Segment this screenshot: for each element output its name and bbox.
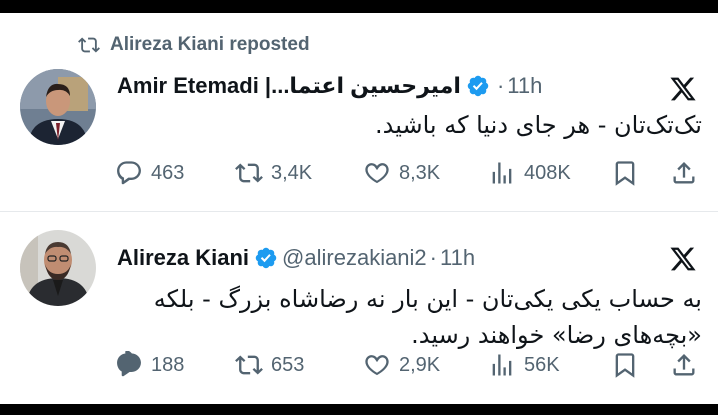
like-count: 8,3K: [399, 161, 441, 184]
like-icon: [365, 163, 389, 184]
reply-count: 188: [151, 353, 185, 376]
author-name[interactable]: Amir Etemadi |: [117, 73, 271, 99]
bookmark-button[interactable]: [611, 350, 639, 380]
x-logo-icon: [668, 75, 698, 103]
separator-dot: ·: [429, 245, 437, 270]
tweet-actions: 188 653 2,9K 56K: [115, 350, 704, 380]
like-count: 2,9K: [399, 353, 441, 376]
share-icon: [673, 354, 695, 376]
avatar-image: [20, 230, 96, 306]
author-handle[interactable]: @alirezakiani2: [282, 245, 427, 271]
share-button[interactable]: [670, 350, 698, 380]
separator-dot: ·: [496, 73, 505, 98]
avatar[interactable]: [20, 69, 96, 145]
bookmark-icon: [615, 353, 635, 378]
tweet[interactable]: Alireza Kiani reposted Amir Etemadi | ام…: [0, 13, 718, 211]
tweet-text-line: تک‌تک‌تان - هر جای دنیا که باشید.: [375, 111, 702, 139]
timestamp[interactable]: 11h: [440, 245, 475, 271]
views-button[interactable]: 408K: [488, 158, 571, 188]
reply-icon: [117, 161, 141, 185]
reply-button[interactable]: 188: [115, 350, 184, 380]
tweet-header: Amir Etemadi | امیرحسین اعتما... · 11h: [117, 69, 658, 103]
repost-count: 653: [271, 353, 305, 376]
tweet[interactable]: Alireza Kiani @alirezakiani2 · 11h به حس…: [0, 212, 718, 404]
timestamp[interactable]: 11h: [507, 73, 542, 99]
tweet-text: به حساب یکی یکی‌تان - این بار نه رضاشاه …: [117, 281, 702, 353]
bookmark-icon: [615, 161, 635, 186]
avatar[interactable]: [20, 230, 96, 306]
reply-button[interactable]: 463: [115, 158, 184, 188]
repost-label: Alireza Kiani reposted: [110, 34, 310, 55]
repost-count: 3,4K: [271, 161, 313, 184]
verified-badge-icon: [467, 75, 489, 97]
verified-badge-icon: [255, 247, 277, 269]
author-name-persian[interactable]: امیرحسین اعتما...: [271, 73, 461, 99]
like-button[interactable]: 8,3K: [363, 158, 440, 188]
repost-icon: [235, 355, 263, 375]
reply-count: 463: [151, 161, 185, 184]
x-logo-icon: [668, 245, 698, 273]
views-count: 56K: [524, 353, 560, 376]
repost-button[interactable]: 653: [235, 350, 304, 380]
share-button[interactable]: [670, 158, 698, 188]
views-icon: [492, 354, 512, 376]
views-icon: [492, 162, 512, 184]
repost-indicator[interactable]: Alireza Kiani reposted: [78, 34, 310, 56]
like-button[interactable]: 2,9K: [363, 350, 440, 380]
tweet-text-line: «بچه‌های رضا» خواهند رسید.: [411, 321, 702, 349]
share-icon: [673, 162, 695, 184]
reply-icon: [117, 351, 141, 377]
tweet-header: Alireza Kiani @alirezakiani2 · 11h: [117, 241, 658, 275]
tweet-text-line: به حساب یکی یکی‌تان - این بار نه رضاشاه …: [153, 285, 702, 313]
repost-icon: [78, 37, 100, 53]
repost-button[interactable]: 3,4K: [235, 158, 312, 188]
views-count: 408K: [524, 161, 571, 184]
like-icon: [365, 355, 389, 376]
author-name[interactable]: Alireza Kiani: [117, 245, 249, 271]
timeline: Alireza Kiani reposted Amir Etemadi | ام…: [0, 13, 718, 404]
tweet-text: تک‌تک‌تان - هر جای دنیا که باشید.: [117, 107, 702, 143]
bookmark-button[interactable]: [611, 158, 639, 188]
tweet-actions: 463 3,4K 8,3K 408K: [115, 158, 704, 188]
views-button[interactable]: 56K: [488, 350, 560, 380]
avatar-image: [20, 69, 96, 145]
repost-icon: [235, 163, 263, 183]
